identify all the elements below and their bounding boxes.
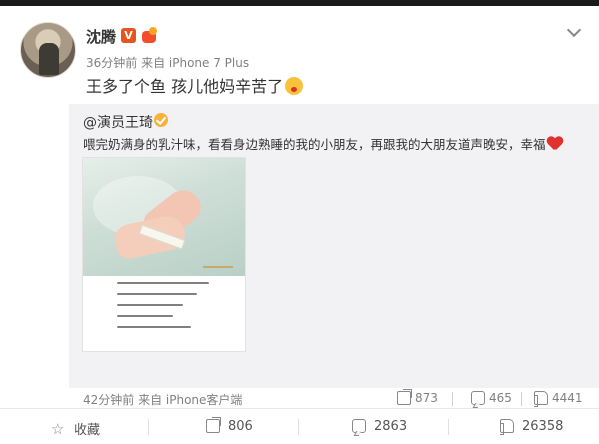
vip-badge: V bbox=[121, 28, 136, 43]
like-icon bbox=[500, 419, 514, 435]
heart-icon bbox=[547, 137, 563, 151]
divider bbox=[298, 419, 299, 435]
share-button[interactable]: 806 bbox=[206, 417, 253, 434]
repost-author[interactable]: @演员王琦 bbox=[83, 112, 153, 132]
repost-text: 喂完奶满身的乳汁味，看看身边熟睡的我的小朋友，再跟我的大朋友道声晚安，幸福 bbox=[83, 137, 546, 152]
favorite-label: 收藏 bbox=[74, 423, 101, 438]
comment-count: 2863 bbox=[374, 419, 408, 434]
repost-comment-button[interactable]: 465 bbox=[471, 391, 512, 405]
divider bbox=[448, 419, 449, 435]
like-icon bbox=[534, 391, 548, 407]
repost-like-count: 4441 bbox=[552, 391, 583, 405]
weibo-post-card: 沈腾 V 36分钟前 来自 iPhone 7 Plus 王多了个鱼 孩儿他妈辛苦… bbox=[0, 6, 599, 444]
member-crown-icon bbox=[140, 27, 158, 43]
repost-share-button[interactable]: 873 bbox=[397, 389, 438, 405]
repost-photo[interactable] bbox=[82, 157, 246, 352]
emoji-icon bbox=[285, 77, 304, 95]
like-button[interactable]: 26358 bbox=[500, 419, 564, 435]
post-meta: 36分钟前 来自 iPhone 7 Plus bbox=[86, 56, 250, 70]
handwritten-note bbox=[117, 282, 217, 337]
post-content: 王多了个鱼 孩儿他妈辛苦了 bbox=[86, 73, 304, 97]
divider bbox=[148, 419, 149, 435]
avatar[interactable] bbox=[20, 22, 76, 78]
more-chevron-icon[interactable] bbox=[566, 25, 582, 37]
favorite-icon bbox=[51, 420, 66, 438]
share-count: 806 bbox=[228, 419, 253, 434]
divider bbox=[452, 392, 453, 406]
repost-comment-count: 465 bbox=[489, 391, 512, 405]
verified-icon bbox=[154, 113, 168, 127]
repost-share-count: 873 bbox=[415, 391, 438, 405]
like-count: 26358 bbox=[522, 419, 564, 434]
action-bar: 收藏 806 2863 26358 bbox=[0, 408, 599, 444]
share-icon bbox=[397, 389, 412, 405]
username[interactable]: 沈腾 bbox=[86, 26, 116, 47]
reposted-weibo[interactable]: @演员王琦 喂完奶满身的乳汁味，看看身边熟睡的我的小朋友，再跟我的大朋友道声晚安… bbox=[69, 104, 599, 407]
comment-icon bbox=[352, 419, 366, 433]
comment-button[interactable]: 2863 bbox=[352, 419, 407, 434]
repost-meta: 42分钟前 来自 iPhone客户端 bbox=[83, 393, 243, 407]
repost-like-button[interactable]: 4441 bbox=[534, 391, 583, 407]
divider bbox=[521, 392, 522, 406]
share-icon bbox=[206, 417, 221, 433]
post-text: 王多了个鱼 孩儿他妈辛苦了 bbox=[86, 77, 284, 96]
photo-logo-mark bbox=[203, 250, 233, 268]
comment-icon bbox=[471, 391, 485, 405]
repost-content: 喂完奶满身的乳汁味，看看身边熟睡的我的小朋友，再跟我的大朋友道声晚安，幸福 bbox=[83, 134, 563, 153]
favorite-button[interactable]: 收藏 bbox=[51, 419, 101, 438]
